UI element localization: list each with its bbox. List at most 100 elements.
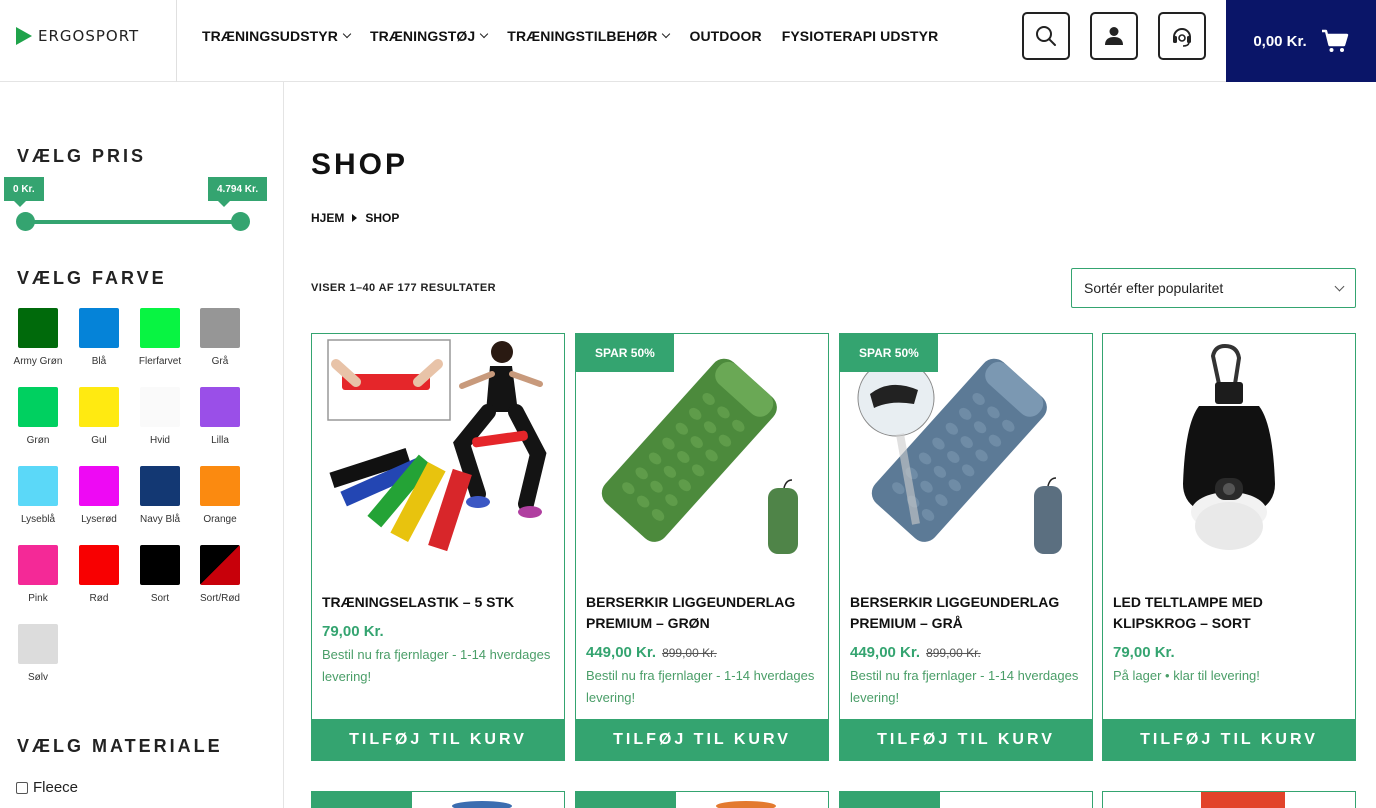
color-swatch[interactable]: [79, 466, 119, 506]
chevron-down-icon: [1334, 281, 1345, 291]
chevron-down-icon: [662, 29, 671, 39]
add-to-cart-button[interactable]: TILFØJ TIL KURV: [311, 719, 565, 761]
color-swatch-label: Sølv: [28, 672, 48, 683]
color-swatch[interactable]: [18, 624, 58, 664]
color-swatch[interactable]: [140, 466, 180, 506]
account-button[interactable]: [1090, 12, 1138, 60]
checkbox[interactable]: [16, 781, 28, 794]
product-image-partial: [452, 801, 512, 808]
breadcrumb: HJEM SHOP: [311, 211, 399, 225]
cart-button[interactable]: 0,00 Kr.: [1226, 0, 1376, 82]
stock-status: På lager • klar til levering!: [1113, 668, 1260, 683]
product-image-partial: [1201, 792, 1285, 808]
color-swatch[interactable]: [200, 387, 240, 427]
stock-status: Bestil nu fra fjernlager - 1-14 hverdage…: [322, 647, 551, 684]
main-nav: TRÆNINGSUDSTYR TRÆNINGSTØJ TRÆNINGSTILBE…: [202, 0, 958, 72]
color-swatch[interactable]: [18, 387, 58, 427]
product-card-partial[interactable]: [575, 791, 829, 808]
search-icon: [1036, 26, 1056, 46]
product-name[interactable]: BERSERKIR LIGGEUNDERLAG PREMIUM – GRØN: [586, 592, 820, 634]
sale-badge: SPAR 50%: [576, 334, 674, 372]
color-swatch[interactable]: [18, 466, 58, 506]
product-price: 449,00 Kr. 899,00 Kr.: [586, 644, 717, 661]
support-button[interactable]: [1158, 12, 1206, 60]
product-name[interactable]: BERSERKIR LIGGEUNDERLAG PREMIUM – GRÅ: [850, 592, 1084, 634]
color-swatch-label: Sort/Rød: [199, 593, 240, 604]
product-image-partial: [716, 801, 776, 808]
stock-status: Bestil nu fra fjernlager - 1-14 hverdage…: [586, 668, 815, 705]
product-price: 79,00 Kr.: [1113, 644, 1175, 661]
logo-play-icon: [16, 27, 32, 45]
product-card[interactable]: SPAR 50% BERSERKIR LIGGEUNDERLAG PREMIUM…: [575, 333, 829, 761]
color-filter-title: VÆLG FARVE: [17, 268, 167, 288]
color-swatch-label: Grå: [211, 356, 229, 367]
logo-text: ERGOSPORT: [38, 27, 140, 45]
price-filter-title: VÆLG PRIS: [17, 146, 147, 166]
nav-item-fysioterapi[interactable]: FYSIOTERAPI UDSTYR: [782, 28, 939, 44]
nav-item-traeningstoej[interactable]: TRÆNINGSTØJ: [369, 28, 489, 44]
add-to-cart-button[interactable]: TILFØJ TIL KURV: [575, 719, 829, 761]
current-price: 449,00 Kr.: [850, 644, 921, 661]
price-max-label: 4.794 Kr.: [208, 177, 268, 207]
color-swatch[interactable]: [140, 308, 180, 348]
page-title: SHOP: [311, 148, 409, 181]
color-swatch[interactable]: [18, 545, 58, 585]
current-price: 79,00 Kr.: [322, 623, 384, 640]
stock-status: Bestil nu fra fjernlager - 1-14 hverdage…: [850, 668, 1079, 705]
product-card-partial[interactable]: [1102, 791, 1356, 808]
price-slider-min-handle[interactable]: [16, 212, 35, 231]
nav-label: FYSIOTERAPI UDSTYR: [781, 28, 939, 44]
product-card[interactable]: LED TELTLAMPE MED KLIPSKROG – SORT 79,00…: [1102, 333, 1356, 761]
chevron-down-icon: [480, 29, 489, 39]
color-swatch[interactable]: [79, 387, 119, 427]
product-price: 79,00 Kr.: [322, 623, 384, 640]
color-swatch[interactable]: [200, 308, 240, 348]
material-option-fleece[interactable]: Fleece: [16, 779, 78, 796]
color-swatch[interactable]: [18, 308, 58, 348]
product-price: 449,00 Kr. 899,00 Kr.: [850, 644, 981, 661]
color-swatch[interactable]: [79, 308, 119, 348]
product-image-resistance-bands[interactable]: [312, 334, 564, 580]
product-name[interactable]: TRÆNINGSELASTIK – 5 STK: [322, 592, 556, 613]
current-price: 449,00 Kr.: [586, 644, 657, 661]
sort-selected-value: Sortér efter popularitet: [1084, 280, 1224, 296]
nav-item-traeningsudstyr[interactable]: TRÆNINGSUDSTYR: [202, 28, 352, 44]
result-count: VISER 1–40 AF 177 RESULTATER: [311, 282, 497, 294]
price-slider-track[interactable]: [25, 220, 240, 224]
nav-label: TRÆNINGSTØJ: [369, 28, 476, 44]
nav-label: OUTDOOR: [689, 28, 762, 44]
product-card[interactable]: TRÆNINGSELASTIK – 5 STK 79,00 Kr. Bestil…: [311, 333, 565, 761]
add-to-cart-button[interactable]: TILFØJ TIL KURV: [1102, 719, 1356, 761]
search-button[interactable]: [1022, 12, 1070, 60]
nav-label: TRÆNINGSTILBEHØR: [507, 28, 658, 44]
sort-select[interactable]: Sortér efter popularitet: [1071, 268, 1356, 308]
color-swatch[interactable]: [79, 545, 119, 585]
price-min-label: 0 Kr.: [4, 177, 44, 207]
color-swatch[interactable]: [140, 545, 180, 585]
color-swatch-label: Lilla: [211, 435, 229, 446]
ergosport-logo[interactable]: ERGOSPORT: [16, 26, 139, 46]
cart-icon: [1321, 29, 1348, 52]
color-swatch[interactable]: [200, 545, 240, 585]
add-to-cart-button[interactable]: TILFØJ TIL KURV: [839, 719, 1093, 761]
sale-badge: SPAR 50%: [840, 334, 938, 372]
price-slider-max-handle[interactable]: [231, 212, 250, 231]
header-divider: [176, 0, 177, 82]
color-swatch[interactable]: [200, 466, 240, 506]
product-card-partial[interactable]: [839, 791, 1093, 808]
user-icon: [1105, 27, 1123, 45]
color-swatch[interactable]: [140, 387, 180, 427]
product-card[interactable]: SPAR 50% BERSERKIR LIGGEUNDERLAG PREMIUM…: [839, 333, 1093, 761]
nav-item-outdoor[interactable]: OUTDOOR: [689, 28, 761, 44]
product-card-partial[interactable]: [311, 791, 565, 808]
nav-item-traeningstilbehoer[interactable]: TRÆNINGSTILBEHØR: [507, 28, 671, 44]
color-swatch-label: Orange: [203, 514, 237, 525]
breadcrumb-current: SHOP: [365, 211, 400, 225]
breadcrumb-home[interactable]: HJEM: [311, 211, 344, 225]
support-headset-icon: [1173, 28, 1191, 47]
product-image-tent-lamp[interactable]: [1103, 334, 1355, 580]
chevron-down-icon: [342, 29, 352, 39]
product-name[interactable]: LED TELTLAMPE MED KLIPSKROG – SORT: [1113, 592, 1347, 634]
cart-amount: 0,00 Kr.: [1253, 32, 1307, 50]
old-price: 899,00 Kr.: [662, 646, 717, 660]
